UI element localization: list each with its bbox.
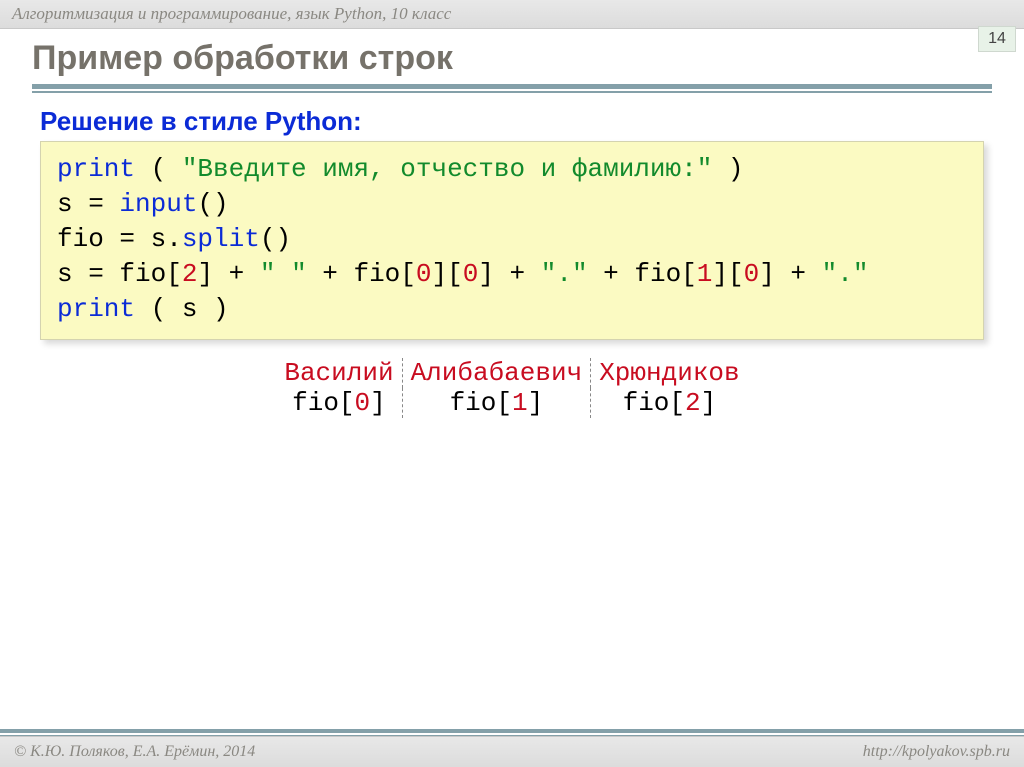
example-index: fio[0]	[276, 388, 402, 418]
footer-url: http://kpolyakov.spb.ru	[863, 743, 1010, 761]
kw-print: print	[57, 154, 135, 184]
string-literal: "Введите имя, отчество и фамилию:"	[182, 154, 713, 184]
header-bar: Алгоритмизация и программирование, язык …	[0, 0, 1024, 29]
kw-split: split	[182, 224, 260, 254]
slide-number: 14	[978, 26, 1016, 52]
subtitle: Решение в стиле Python:	[40, 106, 984, 137]
example-index: fio[1]	[402, 388, 591, 418]
example-block: Василий Алибабаевич Хрюндиков fio[0] fio…	[40, 358, 984, 418]
code-block: print ( "Введите имя, отчество и фамилию…	[40, 141, 984, 340]
kw-print: print	[57, 294, 135, 324]
course-title: Алгоритмизация и программирование, язык …	[12, 4, 451, 24]
kw-input: input	[119, 189, 197, 219]
title-area: Пример обработки строк	[0, 39, 1024, 102]
footer-rule	[0, 729, 1024, 733]
footer-bar: © К.Ю. Поляков, Е.А. Ерёмин, 2014 http:/…	[0, 736, 1024, 767]
copyright: © К.Ю. Поляков, Е.А. Ерёмин, 2014	[14, 743, 255, 761]
content: Решение в стиле Python: print ( "Введите…	[0, 102, 1024, 418]
example-table: Василий Алибабаевич Хрюндиков fio[0] fio…	[276, 358, 747, 418]
example-name: Хрюндиков	[591, 358, 748, 388]
example-name: Алибабаевич	[402, 358, 591, 388]
example-index: fio[2]	[591, 388, 748, 418]
title-underline	[32, 84, 992, 94]
page-title: Пример обработки строк	[32, 39, 992, 78]
example-name: Василий	[276, 358, 402, 388]
